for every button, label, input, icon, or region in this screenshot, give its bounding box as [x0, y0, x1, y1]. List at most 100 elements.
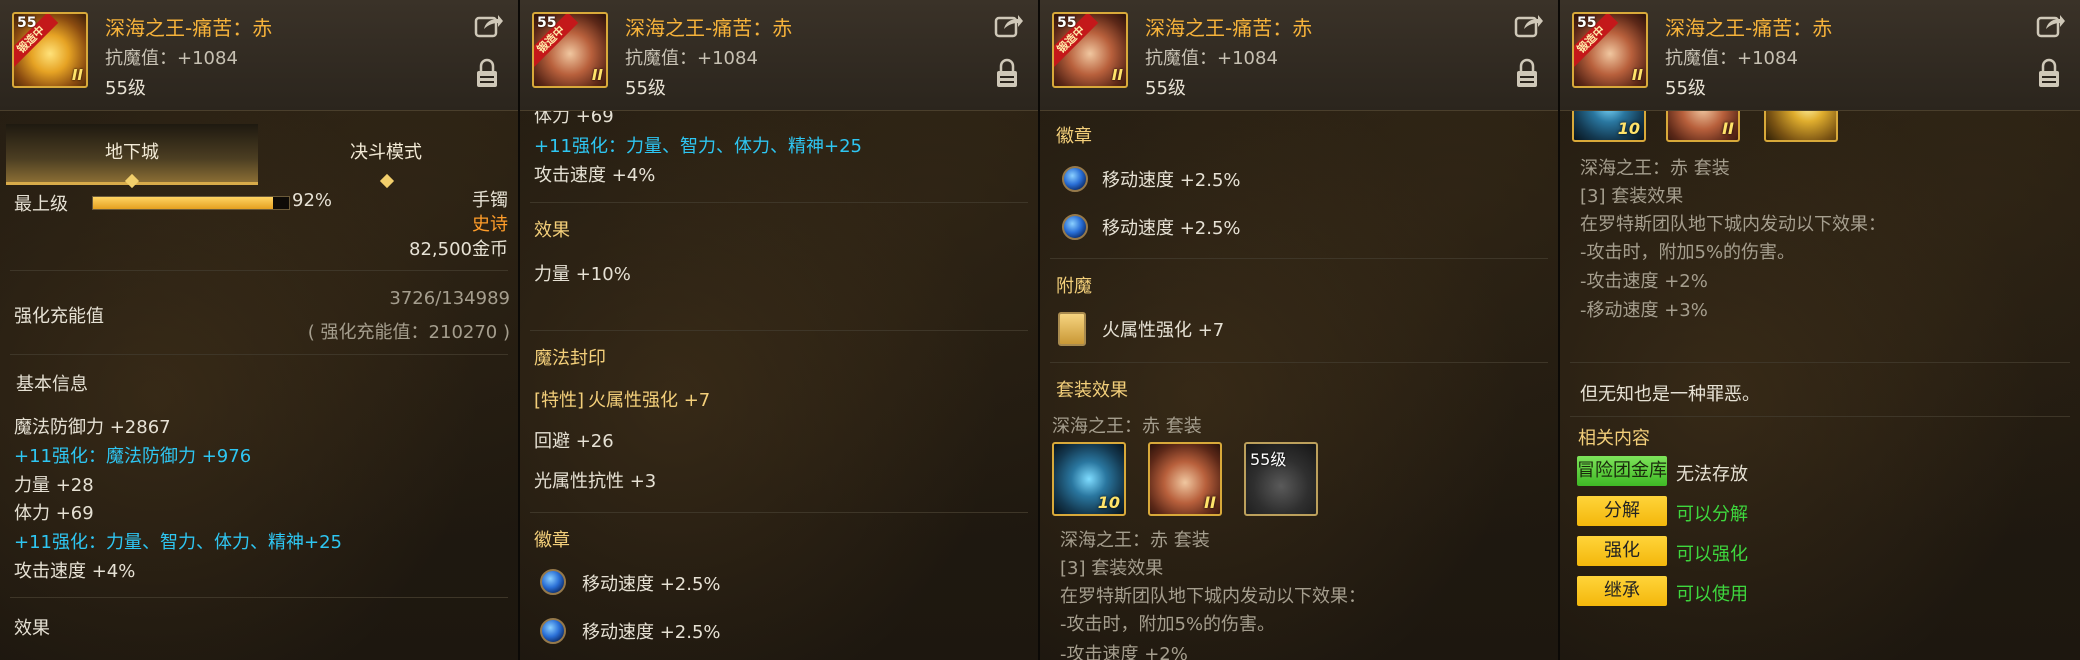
- set-bullet: -攻击速度 +2%: [1580, 271, 1708, 292]
- lock-icon[interactable]: [1516, 58, 1538, 88]
- divider: [1570, 362, 2070, 363]
- tooltip-panel-2: 锻造中 55 II 深海之王-痛苦：赤 抗魔值：+1084 55级 体力 +69…: [520, 0, 1040, 660]
- set-bullet: -移动速度 +3%: [1580, 300, 1708, 321]
- blue-orb-icon: [540, 569, 566, 595]
- divider: [10, 354, 508, 355]
- enhance-line: +11强化：力量、智力、体力、精神+25: [534, 136, 862, 157]
- mode-tabs: 地下城 决斗模式: [6, 124, 512, 189]
- inherit-badge[interactable]: 继承: [1577, 576, 1667, 606]
- divider: [1570, 416, 2070, 417]
- item-icon: 锻造中 55 II: [532, 12, 608, 88]
- seal-title: 魔法封印: [534, 348, 606, 369]
- rarity-bar-fill: [93, 197, 274, 209]
- lock-icon[interactable]: [2038, 58, 2060, 88]
- item-header: 锻造中 55 II 深海之王-痛苦：赤 抗魔值：+1084 55级: [1560, 0, 2080, 111]
- enhance-level-mark: 10: [1097, 493, 1120, 512]
- related-title: 相关内容: [1578, 428, 1650, 449]
- stat-line: 攻击速度 +4%: [14, 561, 136, 582]
- icon-level-tag: 55: [17, 15, 37, 31]
- grade-mark: II: [1631, 66, 1643, 84]
- rarity-percent: 92%: [292, 190, 333, 211]
- enhance-badge[interactable]: 强化: [1577, 536, 1667, 566]
- lock-icon[interactable]: [996, 58, 1018, 88]
- stat-line: 攻击速度 +4%: [534, 165, 656, 186]
- item-level: 55级: [625, 78, 666, 99]
- divider: [530, 330, 1028, 331]
- blue-orb-icon: [1062, 214, 1088, 240]
- anti-magic-value: 抗魔值：+1084: [105, 48, 238, 69]
- tab-dungeon-label[interactable]: 地下城: [6, 138, 258, 164]
- disassemble-badge[interactable]: 分解: [1577, 496, 1667, 526]
- divider: [1050, 258, 1548, 259]
- emblem-line: 移动速度 +2.5%: [1102, 218, 1241, 239]
- item-icon: 锻造中 55 II: [12, 12, 88, 88]
- vault-status: 无法存放: [1676, 464, 1748, 485]
- set-name: 深海之王：赤 套装: [1580, 158, 1730, 179]
- set-item-icon[interactable]: 55级: [1244, 442, 1318, 516]
- share-icon[interactable]: [2036, 12, 2066, 38]
- enhance-status: 可以强化: [1676, 544, 1748, 565]
- share-icon[interactable]: [1514, 12, 1544, 38]
- seal-line: 回避 +26: [534, 431, 614, 452]
- item-icon: 锻造中 55 II: [1052, 12, 1128, 88]
- panel-body: 体力 +69 +11强化：力量、智力、体力、精神+25 攻击速度 +4% 效果 …: [520, 106, 1038, 660]
- set-item-icon[interactable]: II: [1148, 442, 1222, 516]
- share-icon[interactable]: [474, 12, 504, 38]
- enchant-title: 附魔: [1056, 276, 1092, 297]
- set-effect-title: [3] 套装效果: [1580, 186, 1684, 207]
- divider: [1050, 362, 1548, 363]
- anti-magic-value: 抗魔值：+1084: [625, 48, 758, 69]
- enhance-line: +11强化：魔法防御力 +976: [14, 446, 252, 467]
- emblem-title: 徽章: [534, 530, 570, 551]
- panel-body: 地下城 决斗模式 最上级 92% 手镯 史诗 82,500金币 强化充能值 37…: [0, 110, 518, 660]
- item-name: 深海之王-痛苦：赤: [625, 16, 793, 40]
- share-icon[interactable]: [994, 12, 1024, 38]
- enchant-line: 火属性强化 +7: [1102, 320, 1225, 341]
- emblem-line: 移动速度 +2.5%: [1102, 170, 1241, 191]
- set-name: 深海之王：赤 套装: [1060, 530, 1210, 551]
- item-level: 55级: [1145, 78, 1186, 99]
- item-name: 深海之王-痛苦：赤: [105, 16, 273, 40]
- set-bullet: -攻击时，附加5%的伤害。: [1580, 242, 1796, 263]
- item-slot: 手镯: [472, 190, 508, 211]
- item-name: 深海之王-痛苦：赤: [1145, 16, 1313, 40]
- stat-line: 魔法防御力 +2867: [14, 417, 171, 438]
- anti-magic-value: 抗魔值：+1084: [1145, 48, 1278, 69]
- divider: [530, 202, 1028, 203]
- item-quality: 史诗: [472, 214, 508, 235]
- vault-badge[interactable]: 冒险团金库: [1577, 456, 1667, 486]
- flavor-text: 但无知也是一种罪恶。: [1580, 384, 1760, 405]
- anti-magic-value: 抗魔值：+1084: [1665, 48, 1798, 69]
- item-name: 深海之王-痛苦：赤: [1665, 16, 1833, 40]
- tooltip-panel-3: 锻造中 55 II 深海之王-痛苦：赤 抗魔值：+1084 55级 徽章 移动速…: [1040, 0, 1560, 660]
- set-name: 深海之王：赤 套装: [1052, 416, 1202, 437]
- grade-mark: II: [71, 66, 83, 84]
- inherit-status: 可以使用: [1676, 584, 1748, 605]
- set-item-icon[interactable]: 10: [1052, 442, 1126, 516]
- icon-level-tag: 55: [1577, 15, 1597, 31]
- panel-body: 10 II 深海之王：赤 套装 [3] 套装效果 在罗特斯团队地下城内发动以下效…: [1560, 68, 2080, 660]
- card-icon: [1058, 312, 1086, 346]
- set-title: 套装效果: [1056, 380, 1128, 401]
- set-effect-title: [3] 套装效果: [1060, 558, 1164, 579]
- lock-icon[interactable]: [476, 58, 498, 88]
- effect-title: 效果: [534, 220, 570, 241]
- charge-value: 3726/134989: [389, 288, 510, 309]
- divider: [530, 512, 1028, 513]
- panel-body: 徽章 移动速度 +2.5% 移动速度 +2.5% 附魔 火属性强化 +7 套装效…: [1040, 110, 1558, 660]
- basic-info-title: 基本信息: [16, 374, 88, 395]
- divider: [10, 270, 508, 271]
- item-price: 82,500金币: [409, 239, 508, 260]
- rarity-bar: [92, 196, 290, 210]
- item-level: 55级: [1665, 78, 1706, 99]
- icon-level-tag: 55: [537, 15, 557, 31]
- stat-line: 体力 +69: [14, 503, 94, 524]
- set-bullet: -攻击时，附加5%的伤害。: [1060, 614, 1276, 635]
- charge-label: 强化充能值: [14, 306, 104, 327]
- effect-line: 力量 +10%: [534, 264, 631, 285]
- tab-marker-icon: [379, 173, 395, 189]
- blue-orb-icon: [540, 618, 566, 644]
- disassemble-status: 可以分解: [1676, 504, 1748, 525]
- tab-duel-label[interactable]: 决斗模式: [260, 138, 512, 164]
- grade-mark: II: [1204, 493, 1216, 512]
